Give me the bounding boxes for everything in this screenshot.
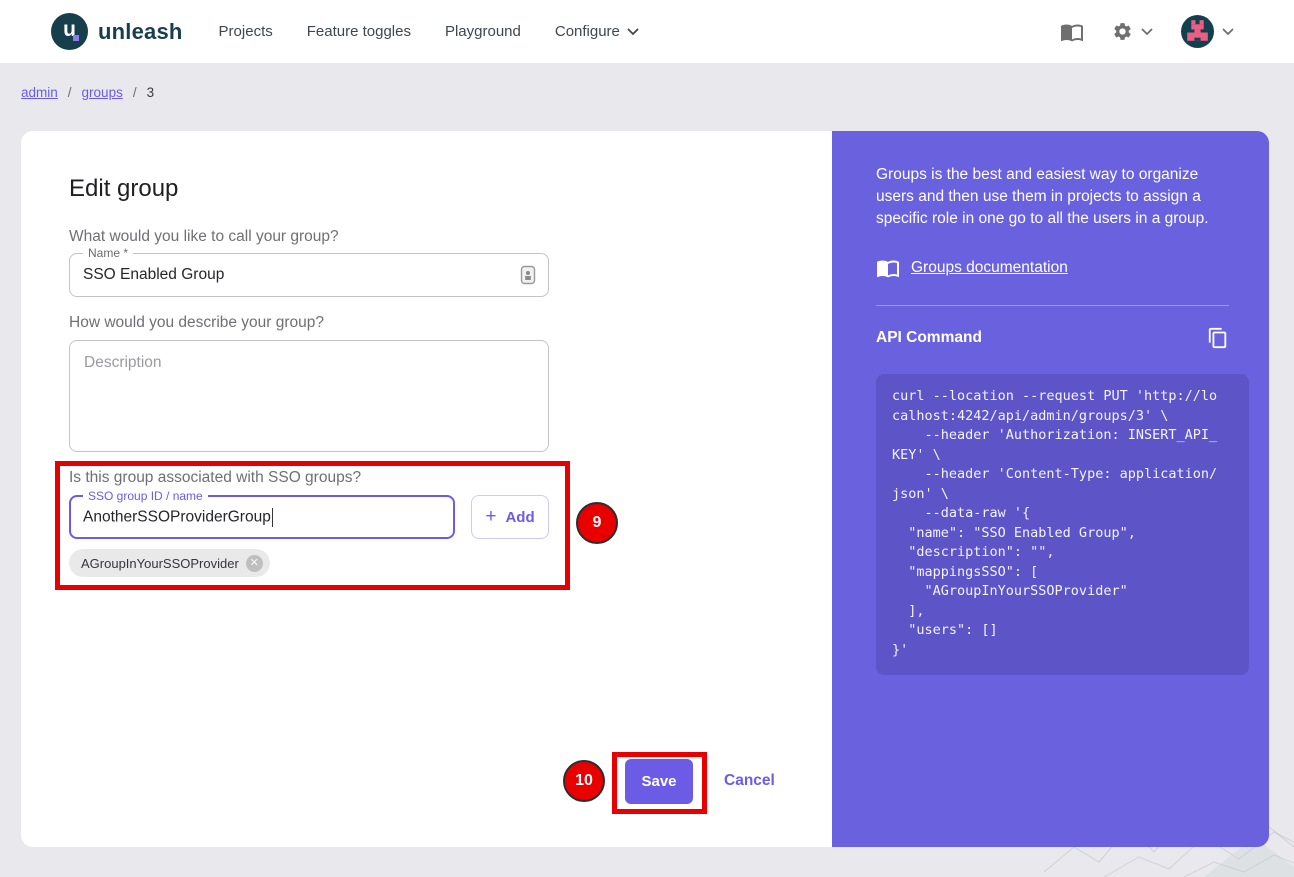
api-command-title: API Command [876, 329, 982, 347]
group-description-field [69, 340, 549, 452]
password-manager-icon[interactable] [520, 265, 536, 285]
breadcrumb-current: 3 [147, 85, 155, 100]
book-icon [1060, 20, 1084, 44]
save-button[interactable]: Save [625, 759, 693, 804]
description-question-label: How would you describe your group? [69, 314, 324, 332]
nav-configure[interactable]: Configure [555, 23, 639, 40]
api-command-code-block[interactable]: curl --location --request PUT 'http://lo… [876, 374, 1249, 675]
chevron-down-icon [1222, 28, 1234, 36]
annotation-badge-9: 9 [576, 502, 618, 544]
breadcrumb-separator: / [133, 85, 137, 100]
sso-question-label: Is this group associated with SSO groups… [69, 469, 361, 487]
close-icon: ✕ [250, 558, 259, 569]
brand-name: unleash [98, 19, 183, 45]
sso-field-label: SSO group ID / name [83, 489, 208, 503]
copy-command-button[interactable] [1207, 327, 1229, 349]
curl-command: curl --location --request PUT 'http://lo… [892, 387, 1233, 660]
chip-remove-button[interactable]: ✕ [246, 555, 263, 572]
group-description-input[interactable] [70, 341, 548, 451]
sso-group-chip[interactable]: AGroupInYourSSOProvider ✕ [69, 549, 270, 577]
top-navbar: u unleash Projects Feature toggles Playg… [0, 0, 1294, 63]
breadcrumb-groups[interactable]: groups [82, 85, 123, 100]
chip-label: AGroupInYourSSOProvider [81, 556, 239, 571]
settings-menu-button[interactable] [1112, 21, 1153, 42]
groups-documentation-link[interactable]: Groups documentation [876, 256, 1229, 280]
breadcrumb-separator: / [68, 85, 72, 100]
name-field-label: Name * [83, 246, 133, 260]
text-cursor [272, 508, 274, 527]
main-nav: Projects Feature toggles Playground Conf… [219, 23, 639, 40]
groups-description-text: Groups is the best and easiest way to or… [876, 164, 1232, 230]
documentation-button[interactable] [1060, 20, 1084, 44]
api-command-header: API Command [876, 327, 1229, 349]
gear-icon [1112, 21, 1133, 42]
sso-field-value: AnotherSSOProviderGroup [83, 508, 441, 527]
plus-icon: + [485, 506, 496, 528]
doc-link-label: Groups documentation [911, 259, 1068, 277]
copy-icon [1207, 327, 1229, 349]
chevron-down-icon [1141, 28, 1153, 36]
edit-group-card: Edit group What would you like to call y… [21, 131, 1269, 847]
nav-feature-toggles[interactable]: Feature toggles [307, 23, 411, 40]
unleash-logo-icon: u [51, 13, 88, 50]
name-field-value: SSO Enabled Group [83, 266, 520, 284]
nav-playground[interactable]: Playground [445, 23, 521, 40]
cancel-button[interactable]: Cancel [724, 772, 775, 790]
chevron-down-icon [627, 28, 639, 36]
breadcrumb: admin / groups / 3 [21, 85, 154, 100]
breadcrumb-admin[interactable]: admin [21, 85, 58, 100]
sidebar-divider [876, 305, 1229, 306]
book-icon [876, 256, 900, 280]
group-name-input[interactable]: Name * SSO Enabled Group [69, 253, 549, 297]
edit-group-form: Edit group What would you like to call y… [21, 131, 832, 847]
unleash-logo[interactable]: u unleash [51, 13, 183, 50]
annotation-badge-10: 10 [563, 760, 605, 802]
sso-group-input[interactable]: SSO group ID / name AnotherSSOProviderGr… [69, 495, 455, 539]
name-question-label: What would you like to call your group? [69, 228, 339, 246]
info-sidebar: Groups is the best and easiest way to or… [832, 131, 1269, 847]
avatar [1181, 15, 1214, 48]
nav-projects[interactable]: Projects [219, 23, 273, 40]
profile-menu-button[interactable] [1181, 15, 1234, 48]
add-sso-group-button[interactable]: + Add [471, 495, 549, 539]
header-actions [1060, 15, 1234, 48]
logo-dot [73, 35, 79, 41]
page-title: Edit group [69, 175, 178, 203]
